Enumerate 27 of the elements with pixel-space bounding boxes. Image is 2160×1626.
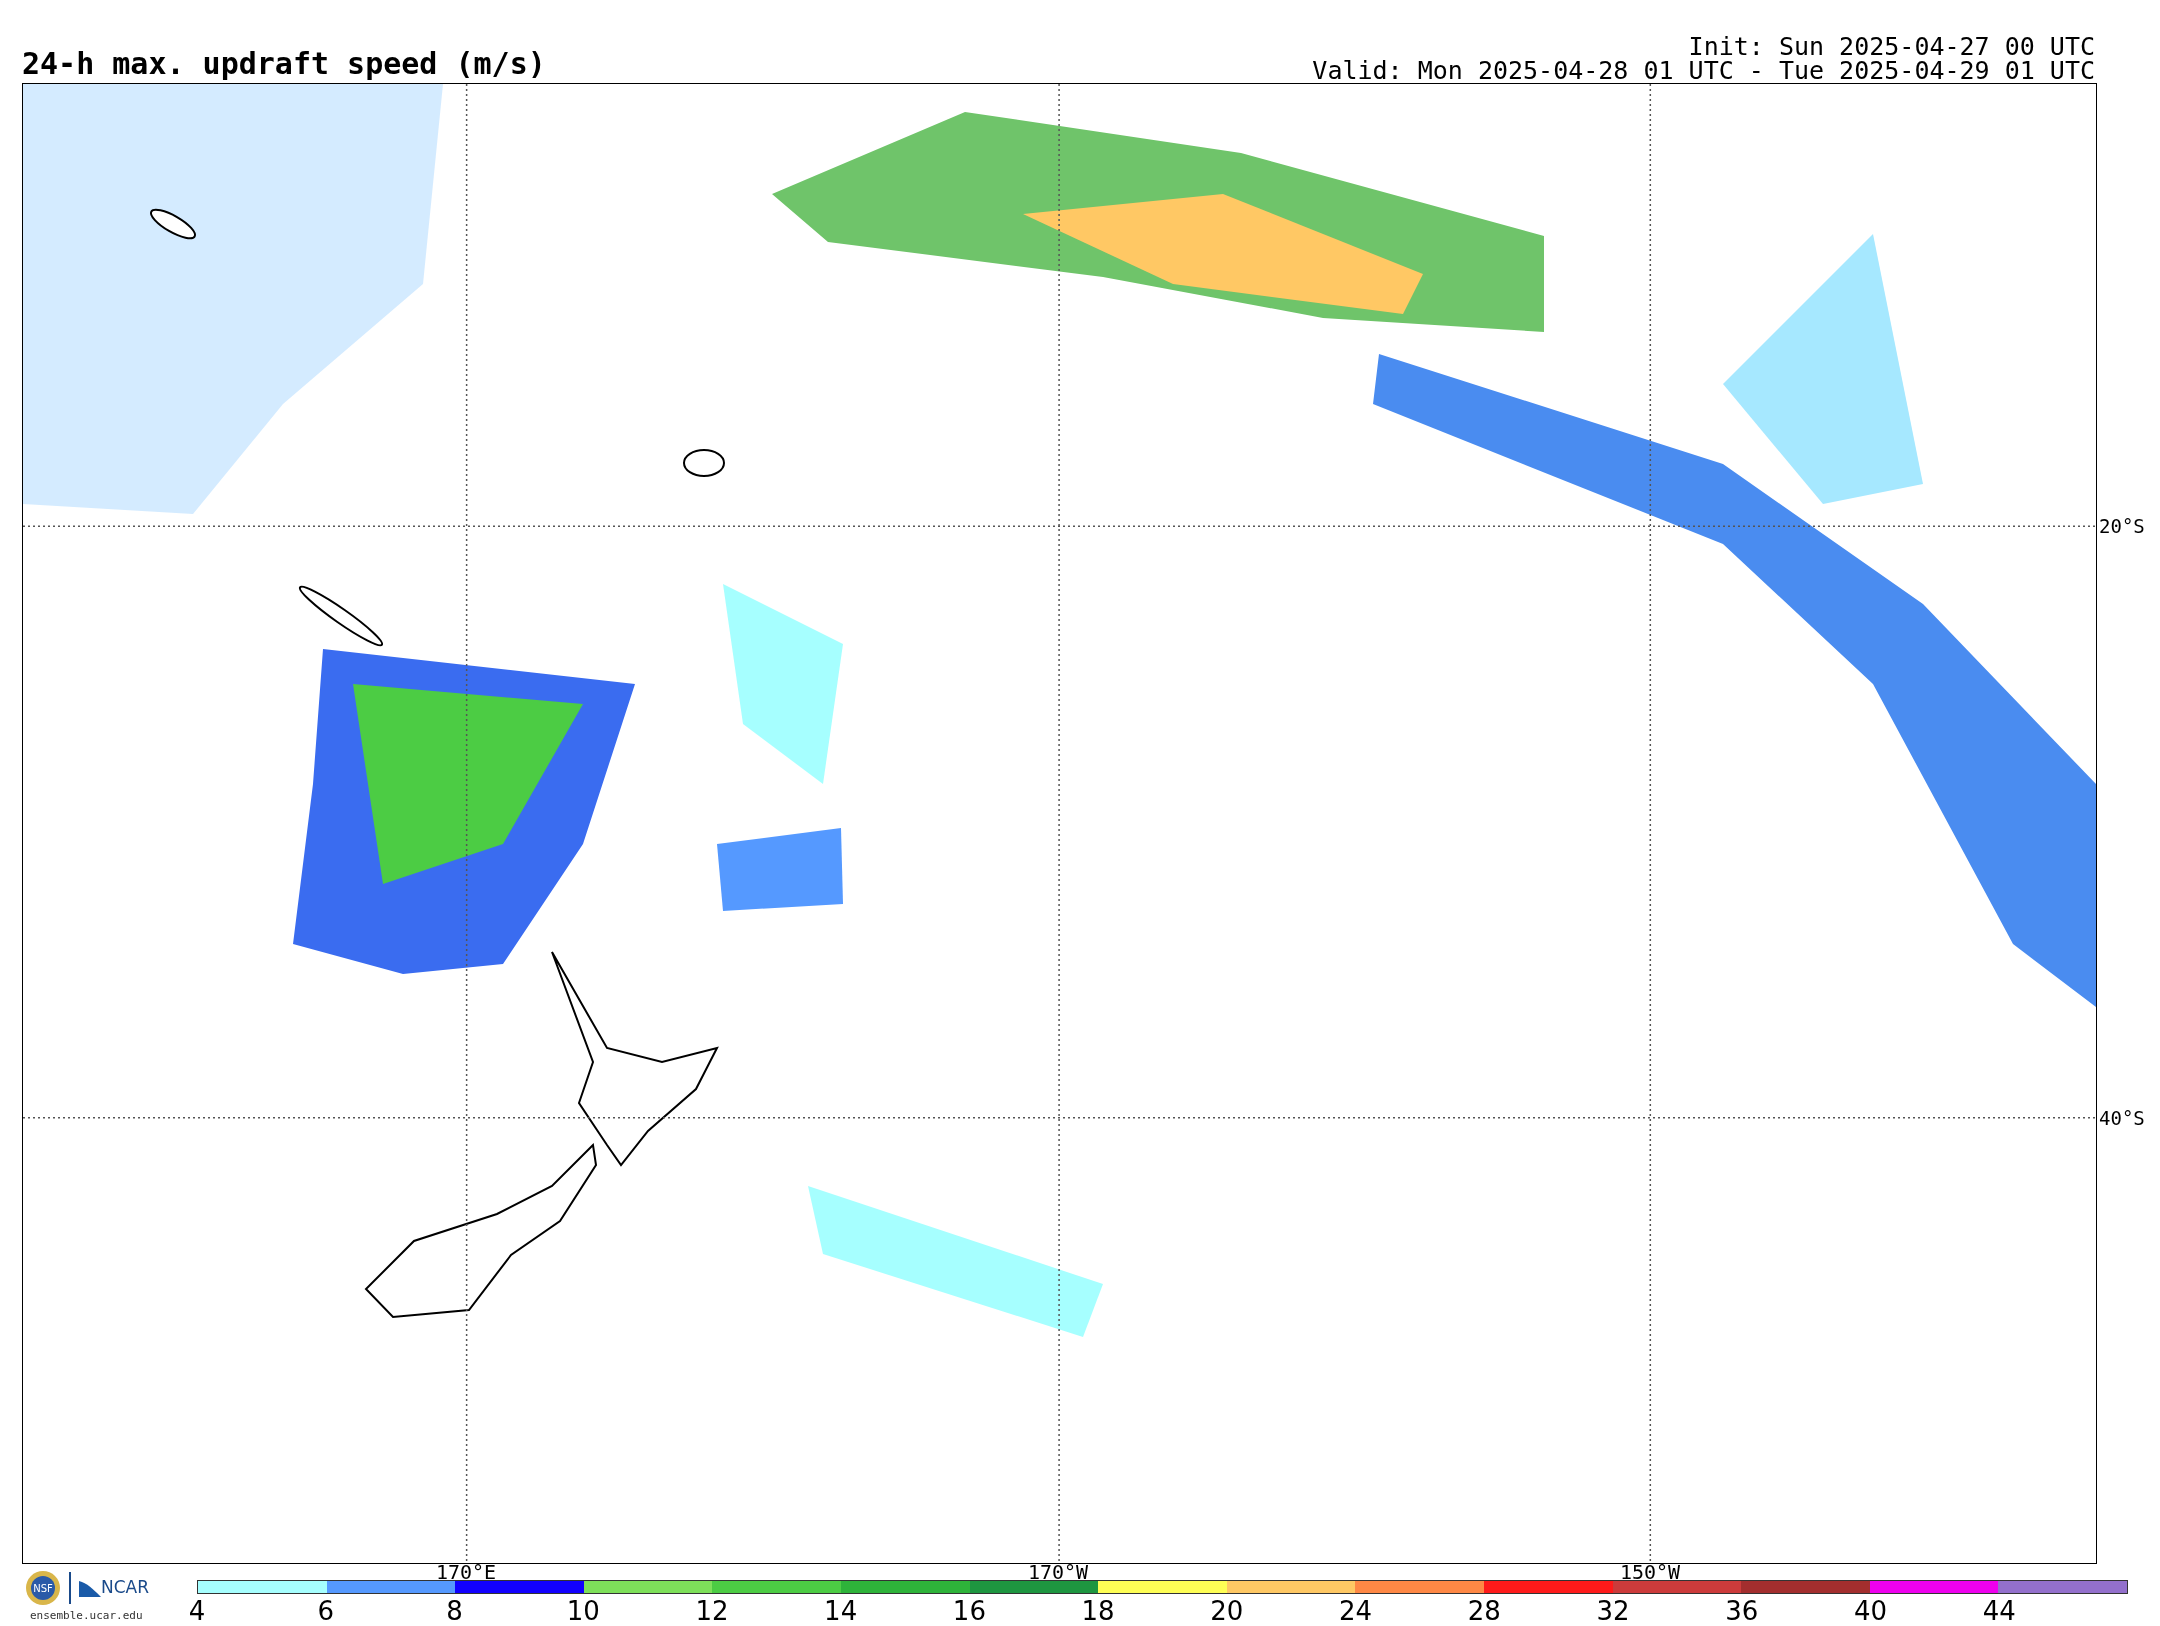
colorbar-tick-label: 4 bbox=[188, 1598, 206, 1624]
colorbar-tick-label: 44 bbox=[1982, 1598, 2016, 1624]
colorbar-tick-label: 8 bbox=[446, 1598, 463, 1624]
colorbar-tick-label: 12 bbox=[695, 1598, 729, 1624]
longitude-label: 170°E bbox=[435, 1562, 497, 1582]
valid-period: Valid: Mon 2025-04-28 01 UTC - Tue 2025-04-29 01 UTC bbox=[1312, 59, 2095, 83]
colorbar-tick-label: 32 bbox=[1596, 1598, 1630, 1624]
latitude-label: 40°S bbox=[2099, 1108, 2145, 1128]
logo-name: NCAR bbox=[101, 1576, 150, 1600]
swoosh-icon bbox=[79, 1579, 101, 1597]
latitude-label: 20°S bbox=[2099, 516, 2145, 536]
chart-title: 24-h max. updraft speed (m/s) bbox=[22, 49, 546, 83]
colorbar-tick-label: 6 bbox=[317, 1598, 334, 1624]
colorbar-tick-label: 36 bbox=[1725, 1598, 1759, 1624]
colorbar-tick-label: 20 bbox=[1210, 1598, 1244, 1624]
longitude-label: 170°W bbox=[1027, 1562, 1089, 1582]
colorbar-tick-label: 40 bbox=[1854, 1598, 1888, 1624]
colorbar-tick-label: 10 bbox=[566, 1598, 600, 1624]
colorbar-tick-label: 16 bbox=[952, 1598, 986, 1624]
colorbar-tick-label: 24 bbox=[1339, 1598, 1373, 1624]
init-time: Init: Sun 2025-04-27 00 UTC bbox=[1688, 35, 2095, 59]
colorbar-tick-label: 18 bbox=[1081, 1598, 1115, 1624]
colorbar-tick-label: 14 bbox=[824, 1598, 858, 1624]
colorbar-tick-label: 28 bbox=[1467, 1598, 1501, 1624]
site-url: ensemble.ucar.edu bbox=[30, 1608, 143, 1624]
longitude-label: 150°W bbox=[1619, 1562, 1681, 1582]
seal-logo: NSF bbox=[25, 1570, 61, 1606]
